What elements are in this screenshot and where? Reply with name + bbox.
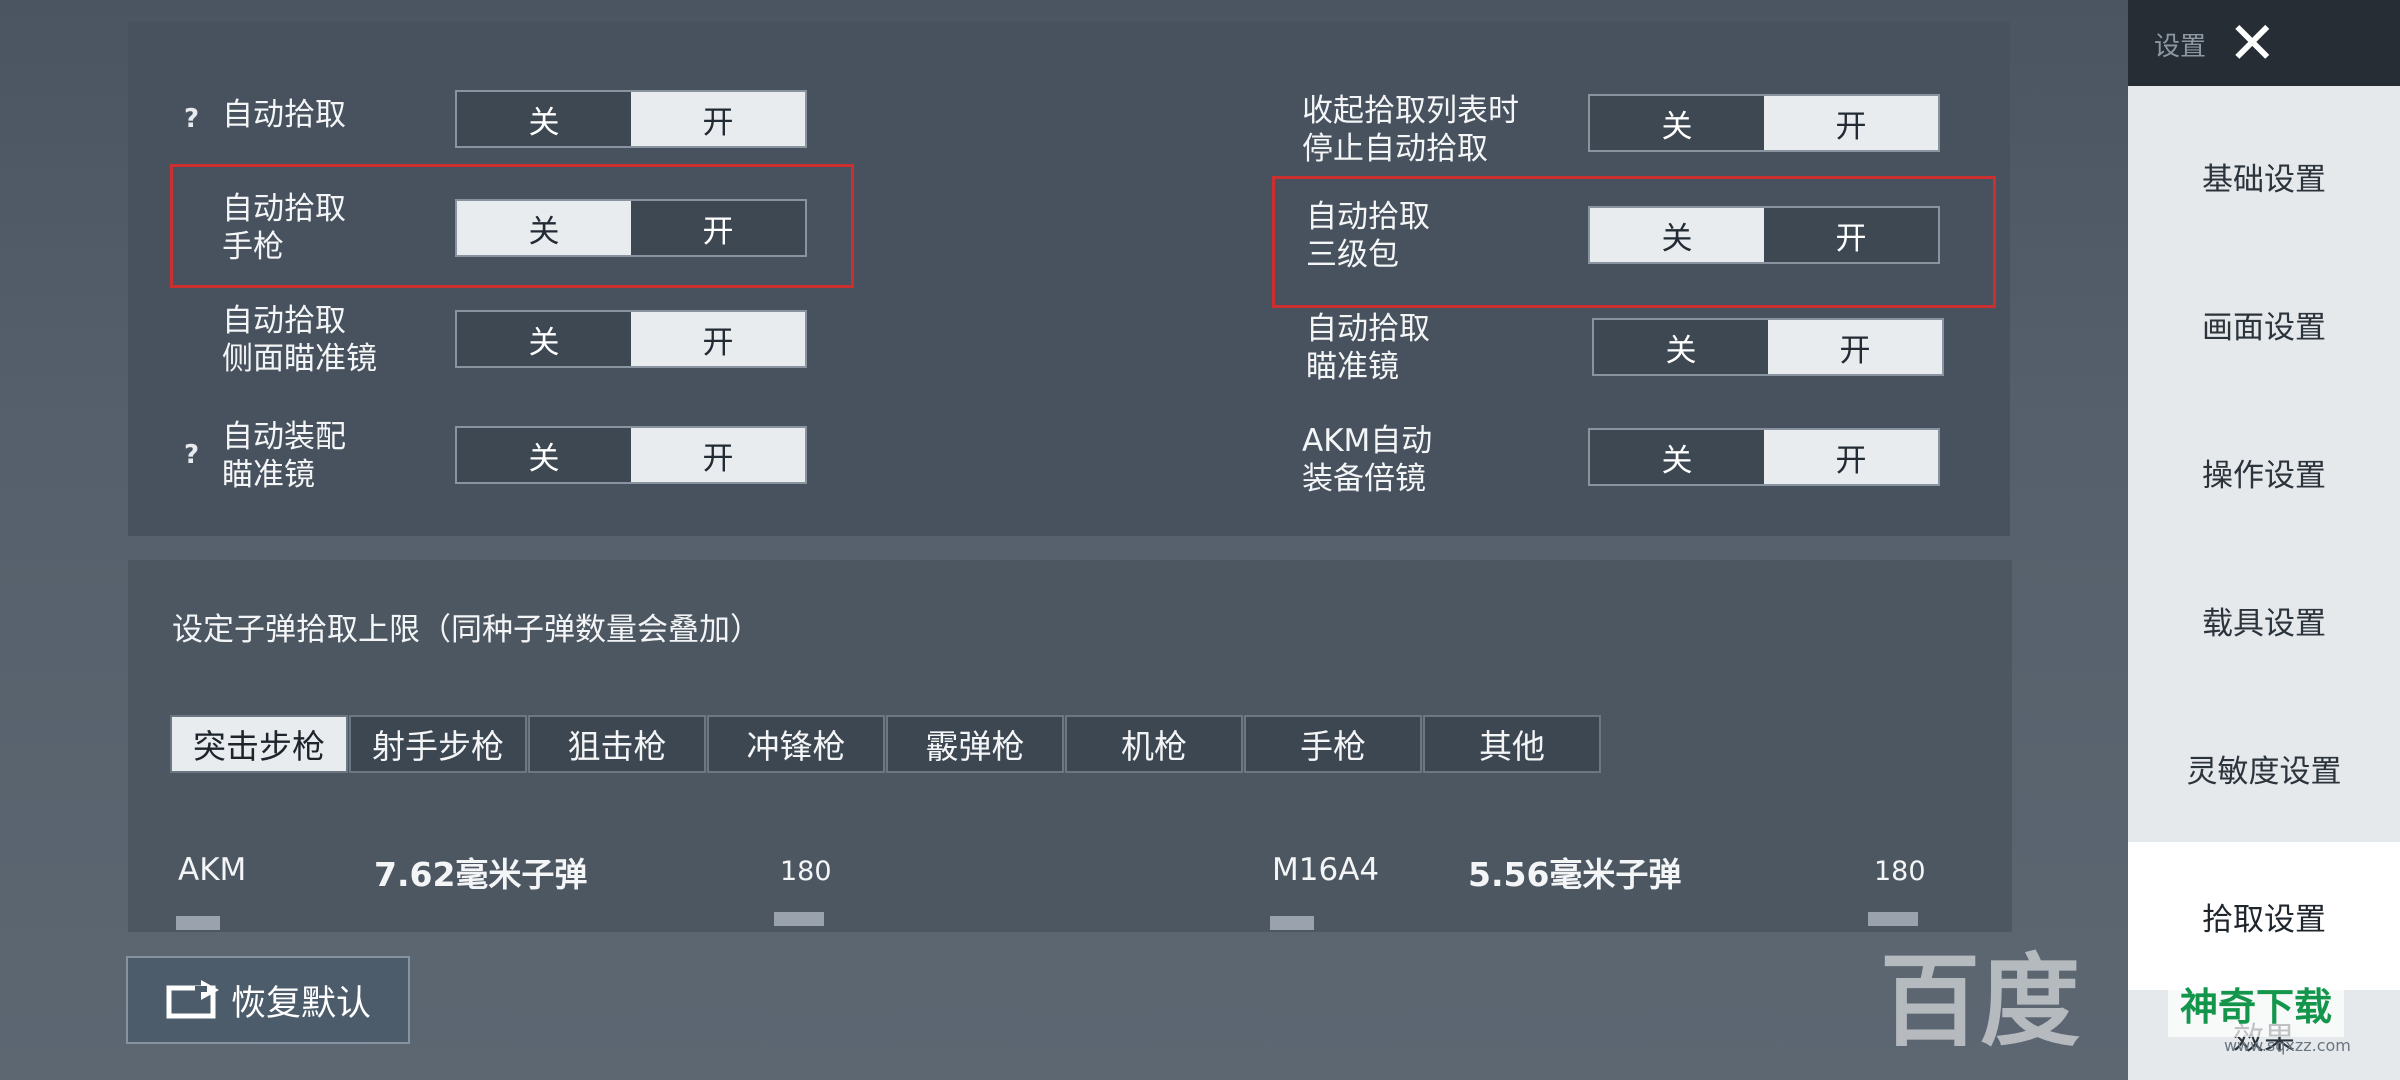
toggle-off[interactable]: 关	[457, 92, 631, 146]
help-icon[interactable]: ?	[184, 440, 199, 470]
auto-pickup-toggle[interactable]: 关 开	[455, 90, 807, 148]
help-icon[interactable]: ?	[184, 104, 199, 134]
tab-assault-rifle[interactable]: 突击步枪	[170, 715, 348, 773]
ammo-count: 180	[1874, 856, 1926, 887]
restore-default-button[interactable]: 恢复默认	[126, 956, 410, 1044]
weapon-name: AKM	[178, 852, 247, 888]
watermark-site: 神奇下载	[2168, 970, 2345, 1037]
auto-pickup-scope-label: 自动拾取 瞄准镜	[1306, 311, 1430, 385]
toggle-on[interactable]: 开	[1764, 430, 1938, 484]
sidebar-item-basic[interactable]: 基础设置	[2128, 102, 2400, 250]
auto-pickup-scope-toggle[interactable]: 关 开	[1592, 318, 1944, 376]
auto-pickup-lv3-backpack-toggle[interactable]: 关 开	[1588, 206, 1940, 264]
tab-dmr[interactable]: 射手步枪	[349, 715, 527, 773]
tab-pistol[interactable]: 手枪	[1244, 715, 1422, 773]
toggle-on[interactable]: 开	[1764, 96, 1938, 150]
settings-mini-label: 设置	[2154, 32, 2207, 62]
tab-other[interactable]: 其他	[1423, 715, 1601, 773]
sidebar-header: 设置 ✕	[2128, 0, 2400, 86]
toggle-off[interactable]: 关	[1594, 320, 1768, 374]
akm-auto-equip-scope-toggle[interactable]: 关 开	[1588, 428, 1940, 486]
auto-pickup-pistol-toggle[interactable]: 关 开	[455, 199, 807, 257]
tab-shotgun[interactable]: 霰弹枪	[886, 715, 1064, 773]
sidebar-item-vehicle[interactable]: 载具设置	[2128, 546, 2400, 694]
tab-smg[interactable]: 冲锋枪	[707, 715, 885, 773]
restore-default-label: 恢复默认	[230, 983, 371, 1024]
slider-minus[interactable]	[1270, 916, 1314, 930]
toggle-off[interactable]: 关	[1590, 430, 1764, 484]
auto-equip-scope-label: 自动装配 瞄准镜	[222, 419, 346, 493]
close-icon[interactable]: ✕	[2228, 14, 2277, 72]
ammo-limit-title: 设定子弹拾取上限（同种子弹数量会叠加）	[172, 612, 761, 648]
auto-pickup-pistol-label: 自动拾取 手枪	[222, 191, 346, 265]
toggle-on[interactable]: 开	[631, 92, 805, 146]
toggle-on[interactable]: 开	[631, 201, 805, 255]
pickup-toggles-panel: ? 自动拾取 关 开 自动拾取 手枪 关 开 自动拾取 侧面瞄准镜 关 开 ? …	[128, 22, 2010, 536]
slider-minus[interactable]	[176, 916, 220, 930]
collapse-stop-pickup-label: 收起拾取列表时 停止自动拾取	[1302, 93, 1519, 167]
tab-lmg[interactable]: 机枪	[1065, 715, 1243, 773]
weapon-category-tabs: 突击步枪 射手步枪 狙击枪 冲锋枪 霰弹枪 机枪 手枪 其他	[170, 715, 1602, 773]
toggle-on[interactable]: 开	[1768, 320, 1942, 374]
ammo-limit-panel: 设定子弹拾取上限（同种子弹数量会叠加） 突击步枪 射手步枪 狙击枪 冲锋枪 霰弹…	[128, 560, 2012, 932]
weapon-name: M16A4	[1272, 852, 1380, 888]
tab-sniper[interactable]: 狙击枪	[528, 715, 706, 773]
auto-pickup-side-scope-label: 自动拾取 侧面瞄准镜	[222, 303, 377, 377]
auto-pickup-lv3-backpack-label: 自动拾取 三级包	[1306, 199, 1430, 273]
ammo-type: 7.62毫米子弹	[374, 855, 588, 894]
collapse-stop-pickup-toggle[interactable]: 关 开	[1588, 94, 1940, 152]
toggle-on[interactable]: 开	[1764, 208, 1938, 262]
toggle-off[interactable]: 关	[1590, 208, 1764, 262]
toggle-on[interactable]: 开	[631, 428, 805, 482]
ammo-type: 5.56毫米子弹	[1468, 855, 1682, 894]
sidebar-item-controls[interactable]: 操作设置	[2128, 398, 2400, 546]
watermark-baidu: 百度	[1880, 943, 2080, 1060]
sidebar-item-pickup[interactable]: 拾取设置	[2128, 842, 2400, 990]
toggle-off[interactable]: 关	[1590, 96, 1764, 150]
akm-auto-equip-scope-label: AKM自动 装备倍镜	[1302, 423, 1433, 497]
toggle-off[interactable]: 关	[457, 201, 631, 255]
toggle-off[interactable]: 关	[457, 428, 631, 482]
ammo-count: 180	[780, 856, 832, 887]
auto-equip-scope-toggle[interactable]: 关 开	[455, 426, 807, 484]
slider-plus[interactable]	[774, 912, 824, 926]
sidebar-item-graphics[interactable]: 画面设置	[2128, 250, 2400, 398]
sidebar-item-sensitivity[interactable]: 灵敏度设置	[2128, 694, 2400, 842]
watermark-url: www.sqxzz.com	[2224, 1036, 2351, 1055]
restore-icon	[166, 980, 219, 1019]
auto-pickup-label: 自动拾取	[222, 97, 346, 133]
settings-sidebar: 设置 ✕ 基础设置 画面设置 操作设置 载具设置 灵敏度设置 拾取设置 效果	[2128, 0, 2400, 1080]
auto-pickup-side-scope-toggle[interactable]: 关 开	[455, 310, 807, 368]
toggle-on[interactable]: 开	[631, 312, 805, 366]
toggle-off[interactable]: 关	[457, 312, 631, 366]
